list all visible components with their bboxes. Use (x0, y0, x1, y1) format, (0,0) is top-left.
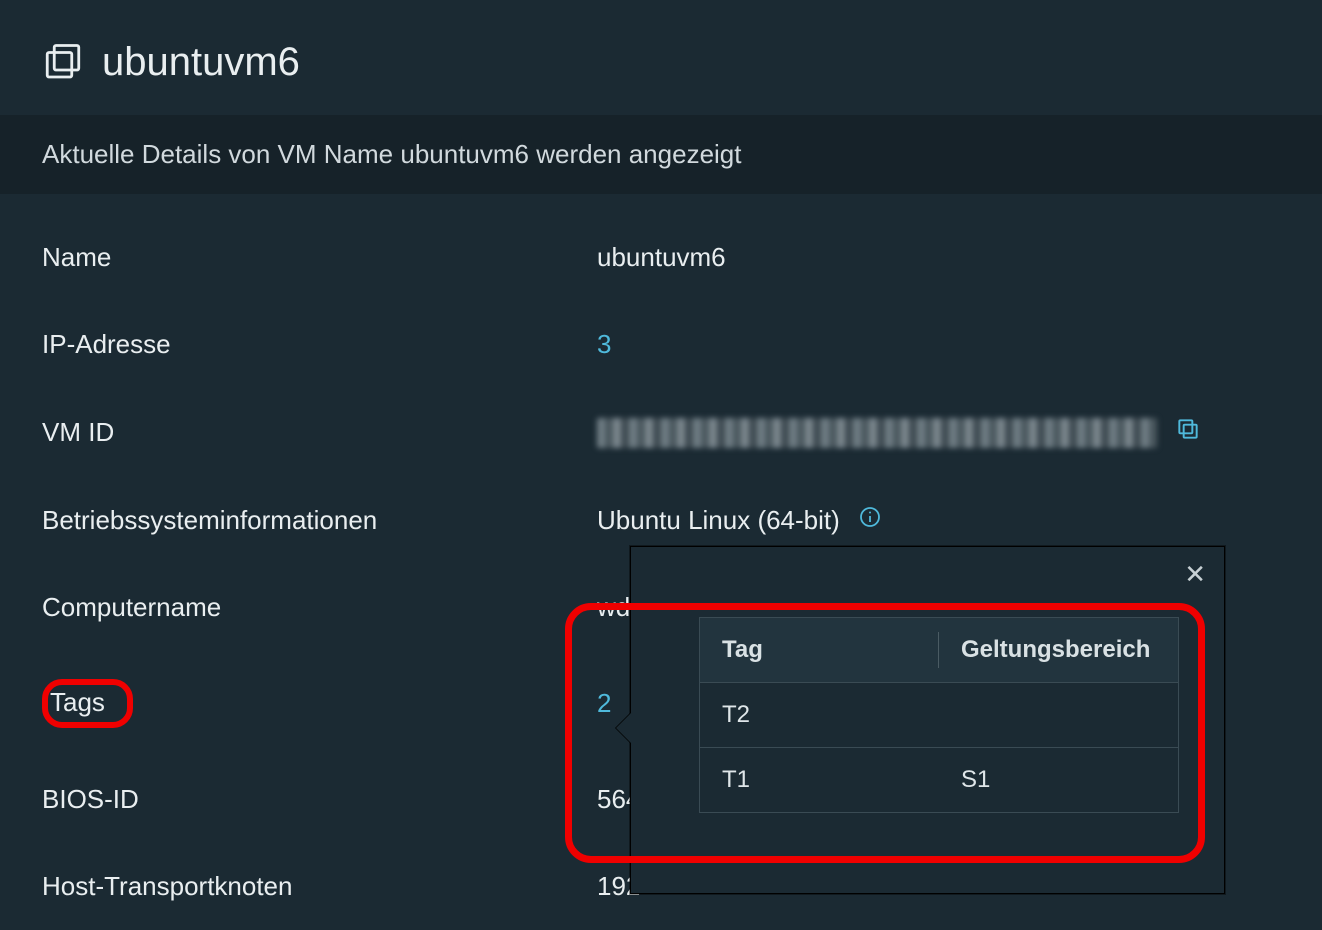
label-vmid: VM ID (42, 417, 597, 448)
label-os: Betriebssysteminformationen (42, 505, 597, 536)
popover-arrow (616, 713, 631, 743)
label-tags: Tags (42, 679, 133, 728)
value-tags[interactable]: 2 (597, 688, 611, 719)
tags-table: Tag Geltungsbereich T2 T1 S1 (699, 617, 1179, 813)
tags-table-header: Tag Geltungsbereich (700, 618, 1178, 682)
label-name: Name (42, 242, 597, 273)
label-bios: BIOS-ID (42, 784, 597, 815)
page-title: ubuntuvm6 (102, 40, 300, 85)
cell-tag: T2 (700, 683, 939, 747)
info-banner: Aktuelle Details von VM Name ubuntuvm6 w… (0, 115, 1322, 194)
copy-icon[interactable] (1175, 416, 1201, 449)
row-name: Name ubuntuvm6 (42, 214, 1280, 301)
cell-scope (939, 683, 1178, 747)
value-ip[interactable]: 3 (597, 329, 611, 360)
table-row: T2 (700, 682, 1178, 747)
info-icon[interactable] (858, 505, 882, 536)
value-os: Ubuntu Linux (64-bit) (597, 505, 840, 536)
tags-col-tag: Tag (700, 618, 939, 682)
cell-scope: S1 (939, 748, 1178, 812)
table-row: T1 S1 (700, 747, 1178, 812)
label-ip: IP-Adresse (42, 329, 597, 360)
vm-icon (42, 42, 84, 84)
value-name: ubuntuvm6 (597, 242, 1280, 273)
page-title-row: ubuntuvm6 (0, 40, 1322, 115)
row-vmid: VM ID (42, 388, 1280, 477)
value-vmid-redacted (597, 418, 1157, 448)
tags-col-scope: Geltungsbereich (939, 618, 1178, 682)
tags-popover: ✕ Tag Geltungsbereich T2 T1 S1 (630, 546, 1225, 894)
row-ip: IP-Adresse 3 (42, 301, 1280, 388)
label-computer: Computername (42, 592, 597, 623)
cell-tag: T1 (700, 748, 939, 812)
close-icon[interactable]: ✕ (1184, 559, 1206, 590)
label-host: Host-Transportknoten (42, 871, 597, 902)
